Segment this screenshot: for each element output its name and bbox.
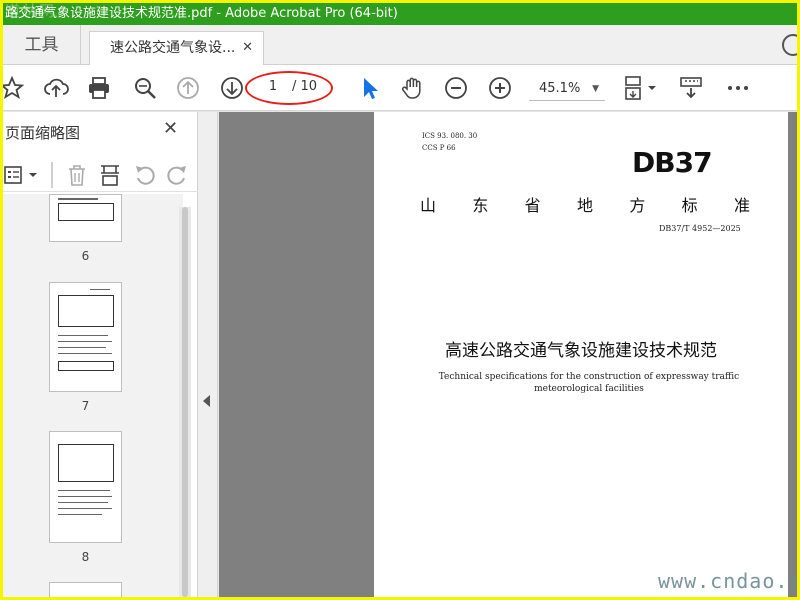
- panel-close-icon[interactable]: ✕: [163, 118, 178, 139]
- app-window: 路交通气象设施建设技术规范准.pdf - Adobe Acrobat Pro (…: [3, 3, 797, 597]
- thumbnail-table: [58, 361, 114, 371]
- next-page-icon[interactable]: [219, 75, 245, 101]
- main-toolbar: 1 / 10 45.1% ▼: [3, 65, 797, 111]
- heading-char: 东: [472, 196, 489, 215]
- scrollbar-thumb[interactable]: [182, 207, 188, 597]
- thumbnail-list[interactable]: 6 7 8: [3, 194, 183, 597]
- previous-page-icon[interactable]: [175, 75, 201, 101]
- thumbnail-text-line: [58, 508, 112, 509]
- help-icon[interactable]: [782, 34, 797, 56]
- upload-cloud-icon[interactable]: [43, 75, 69, 101]
- panel-collapse-strip[interactable]: [198, 112, 218, 597]
- heading-char: 山: [420, 196, 437, 215]
- standard-number: DB37/T 4952—2025: [659, 224, 741, 233]
- ics-code: ICS 93. 080. 30: [422, 132, 478, 140]
- print-icon[interactable]: [86, 75, 112, 101]
- standard-type-heading: 山 东 省 地 方 标 准: [420, 192, 750, 216]
- hand-tool-icon[interactable]: [400, 75, 426, 101]
- chevron-down-icon: ▼: [592, 84, 599, 94]
- panel-toolbar: [3, 158, 198, 192]
- site-watermark-bottom: www.cndao.com: [658, 569, 797, 593]
- zoom-level-value: 45.1%: [539, 81, 581, 96]
- page-display-icon[interactable]: [623, 75, 659, 101]
- panel-title: 页面缩略图: [5, 124, 81, 142]
- thumbnail-text-line: [58, 514, 102, 515]
- heading-char: 标: [681, 196, 698, 215]
- thumbnail-page[interactable]: [49, 282, 122, 392]
- thumbnail-page[interactable]: [49, 582, 122, 597]
- thumbnail-text-line: [58, 496, 112, 497]
- zoom-level-select[interactable]: 45.1% ▼: [529, 77, 605, 101]
- star-icon[interactable]: [3, 75, 25, 101]
- thumbnail-text-line: [58, 198, 98, 200]
- thumbnail-label: 6: [81, 249, 90, 263]
- thumbnail-page[interactable]: [49, 431, 122, 543]
- thumbnail-panel: 页面缩略图 ✕ 6 7 8: [3, 112, 198, 597]
- divider: [51, 162, 53, 188]
- tab-close-icon[interactable]: ✕: [242, 32, 253, 64]
- tab-document-label: 速公路交通气象设...: [110, 40, 236, 56]
- tab-document[interactable]: 速公路交通气象设... ✕: [89, 31, 264, 65]
- select-cursor-icon[interactable]: [357, 75, 383, 101]
- thumbnail-label: 7: [81, 399, 90, 413]
- thumbnail-page[interactable]: [49, 194, 122, 242]
- thumbnail-text-line: [58, 347, 106, 348]
- document-title-en: Technical specifications for the constru…: [438, 372, 740, 394]
- thumbnail-text-line: [90, 289, 110, 290]
- pdf-page: ICS 93. 080. 30 CCS P 66 DB37 山 东 省 地 方 …: [374, 112, 788, 597]
- document-title-cn: 高速公路交通气象设施建设技术规范: [445, 341, 717, 361]
- zoom-in-icon[interactable]: [487, 75, 513, 101]
- thumbnail-scrollbar[interactable]: [179, 207, 191, 597]
- thumbnail-label: 8: [81, 550, 90, 564]
- db-mark: DB37: [632, 146, 713, 179]
- zoom-search-icon[interactable]: [132, 75, 158, 101]
- tab-tools[interactable]: 工具: [3, 25, 81, 65]
- rotate-right-icon[interactable]: [165, 163, 189, 187]
- ccs-code: CCS P 66: [422, 144, 456, 152]
- rotate-left-icon[interactable]: [133, 163, 157, 187]
- heading-char: 地: [576, 196, 593, 215]
- thumbnail-options-icon[interactable]: [3, 164, 39, 186]
- heading-char: 方: [629, 196, 646, 215]
- tab-bar: 工具 速公路交通气象设... ✕: [3, 25, 797, 65]
- window-titlebar: 路交通气象设施建设技术规范准.pdf - Adobe Acrobat Pro (…: [3, 3, 797, 25]
- heading-char: 准: [733, 196, 750, 215]
- thumbnail-text-line: [58, 353, 112, 354]
- thumbnail-text-line: [58, 490, 110, 491]
- thumbnail-table: [58, 444, 114, 482]
- thumbnail-text-line: [58, 335, 108, 336]
- more-options-icon[interactable]: [725, 75, 751, 101]
- thumbnail-text-line: [58, 341, 112, 342]
- zoom-out-icon[interactable]: [443, 75, 469, 101]
- thumbnail-text-line: [58, 502, 108, 503]
- collapse-left-icon[interactable]: [203, 395, 210, 407]
- thumbnail-table: [58, 203, 114, 221]
- extract-page-icon[interactable]: [98, 163, 122, 187]
- keyboard-tool-icon[interactable]: [678, 75, 704, 101]
- window-title: 路交通气象设施建设技术规范准.pdf - Adobe Acrobat Pro (…: [5, 6, 398, 21]
- thumbnail-table: [58, 295, 114, 327]
- heading-char: 省: [524, 196, 541, 215]
- document-viewport[interactable]: ICS 93. 080. 30 CCS P 66 DB37 山 东 省 地 方 …: [219, 112, 797, 597]
- page-number-highlight-ring: [245, 71, 333, 105]
- delete-page-icon[interactable]: [65, 163, 89, 187]
